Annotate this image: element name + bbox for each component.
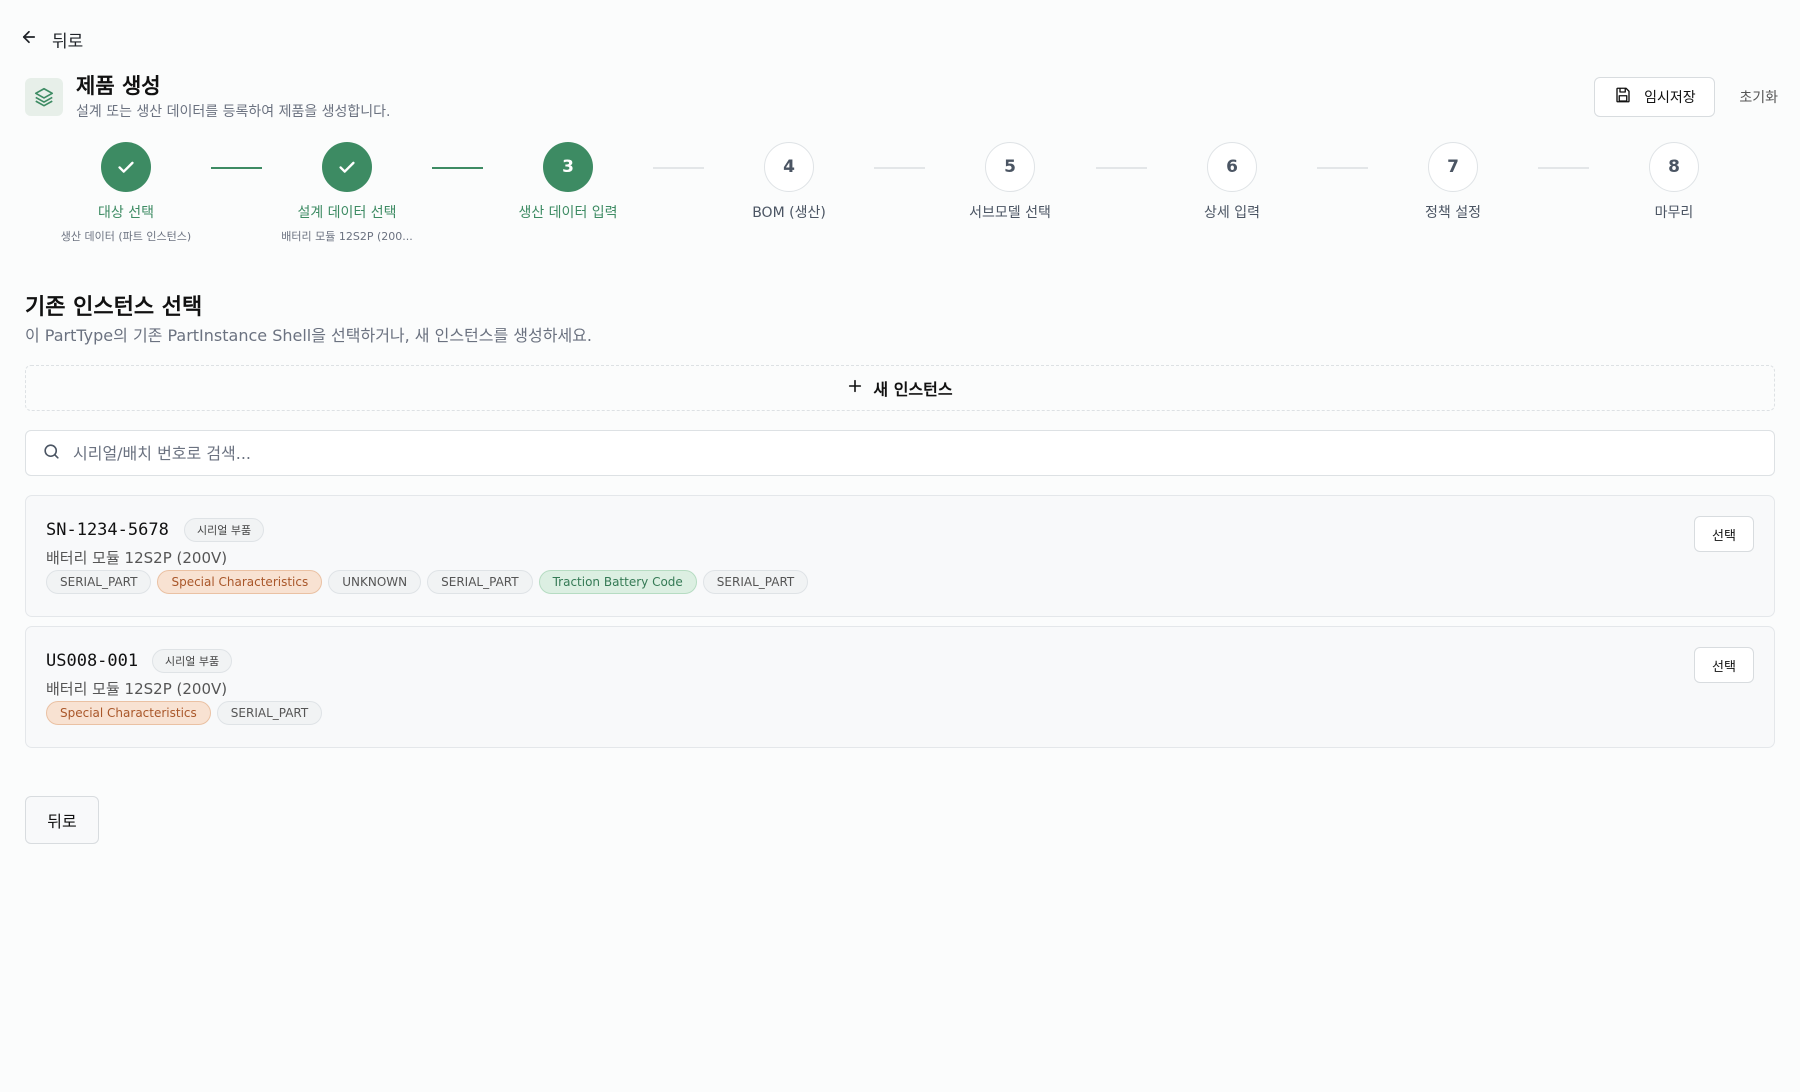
step-label: 마무리	[1654, 205, 1694, 221]
page-title: 제품 생성	[76, 74, 161, 98]
tag: SERIAL_PART	[216, 701, 323, 725]
instance-card[interactable]: SN-1234-5678 시리얼 부품 배터리 모듈 12S2P (200V) …	[25, 495, 1775, 617]
step-6: 6 상세 입력	[1122, 142, 1342, 222]
step-label: BOM (생산)	[752, 205, 826, 221]
instance-serial: US008-001	[46, 651, 139, 671]
step-number: 7	[1428, 142, 1478, 192]
step-complete-circle	[101, 142, 151, 192]
step-1[interactable]: 대상 선택 생산 데이터 (파트 인스턴스)	[16, 142, 236, 244]
arrow-left-icon	[20, 28, 38, 51]
step-4: 4 BOM (생산)	[679, 142, 899, 222]
instance-tags: Special Characteristics SERIAL_PART	[46, 701, 323, 725]
search-icon	[42, 442, 61, 465]
section-title: 기존 인스턴스 선택	[25, 295, 203, 320]
tag: SERIAL_PART	[702, 570, 809, 594]
new-instance-label: 새 인스턴스	[873, 380, 953, 399]
step-number: 5	[985, 142, 1035, 192]
check-icon	[118, 161, 134, 173]
step-label: 생산 데이터 입력	[518, 205, 618, 221]
layers-icon	[25, 78, 63, 116]
step-2[interactable]: 설계 데이터 선택 배터리 모듈 12S2P (200...	[237, 142, 457, 244]
tag: Traction Battery Code	[538, 570, 697, 594]
search-input[interactable]	[73, 443, 1774, 463]
step-number: 6	[1207, 142, 1257, 192]
step-sublabel: 배터리 모듈 12S2P (200...	[281, 230, 413, 243]
step-label: 대상 선택	[98, 205, 154, 221]
instance-card[interactable]: US008-001 시리얼 부품 배터리 모듈 12S2P (200V) Spe…	[25, 626, 1775, 748]
save-icon	[1614, 86, 1632, 108]
instance-type-badge: 시리얼 부품	[184, 518, 265, 542]
page-subtitle: 설계 또는 생산 데이터를 등록하여 제품을 생성합니다.	[76, 104, 391, 120]
step-number: 8	[1649, 142, 1699, 192]
back-button[interactable]: 뒤로	[25, 796, 99, 844]
tag: SERIAL_PART	[46, 570, 152, 594]
tag: UNKNOWN	[328, 570, 422, 594]
save-draft-button[interactable]: 임시저장	[1594, 77, 1716, 117]
back-link-label: 뒤로	[52, 32, 84, 52]
step-number: 4	[764, 142, 814, 192]
save-draft-label: 임시저장	[1644, 90, 1696, 106]
instance-name: 배터리 모듈 12S2P (200V)	[46, 680, 228, 698]
select-button[interactable]: 선택	[1694, 516, 1754, 552]
step-number: 3	[543, 142, 593, 192]
instance-name: 배터리 모듈 12S2P (200V)	[46, 549, 228, 567]
search-field[interactable]	[25, 430, 1775, 476]
step-label: 정책 설정	[1425, 205, 1481, 221]
step-label: 설계 데이터 선택	[297, 205, 397, 221]
tag: Special Characteristics	[157, 570, 323, 594]
step-5: 5 서브모델 선택	[900, 142, 1120, 222]
instance-type-badge: 시리얼 부품	[152, 649, 233, 673]
page-header: 제품 생성 설계 또는 생산 데이터를 등록하여 제품을 생성합니다. 임시저장…	[25, 72, 1780, 122]
plus-icon	[847, 378, 863, 398]
tag: SERIAL_PART	[427, 570, 533, 594]
step-8: 8 마무리	[1564, 142, 1784, 222]
step-sublabel: 생산 데이터 (파트 인스턴스)	[60, 230, 192, 243]
instance-serial: SN-1234-5678	[46, 520, 169, 540]
step-3[interactable]: 3 생산 데이터 입력	[458, 142, 678, 222]
instance-tags: SERIAL_PART Special Characteristics UNKN…	[46, 570, 809, 594]
tag: Special Characteristics	[46, 701, 211, 725]
step-label: 서브모델 선택	[969, 205, 1051, 221]
step-complete-circle	[322, 142, 372, 192]
step-label: 상세 입력	[1204, 205, 1260, 221]
check-icon	[339, 161, 355, 173]
new-instance-button[interactable]: 새 인스턴스	[25, 365, 1775, 411]
section-description: 이 PartType의 기존 PartInstance Shell을 선택하거나…	[25, 326, 592, 345]
select-button[interactable]: 선택	[1694, 647, 1754, 683]
back-link[interactable]: 뒤로	[20, 27, 83, 52]
reset-button[interactable]: 초기화	[1739, 87, 1778, 107]
stepper: 대상 선택 생산 데이터 (파트 인스턴스) 설계 데이터 선택 배터리 모듈 …	[0, 142, 1800, 244]
step-7: 7 정책 설정	[1343, 142, 1563, 222]
